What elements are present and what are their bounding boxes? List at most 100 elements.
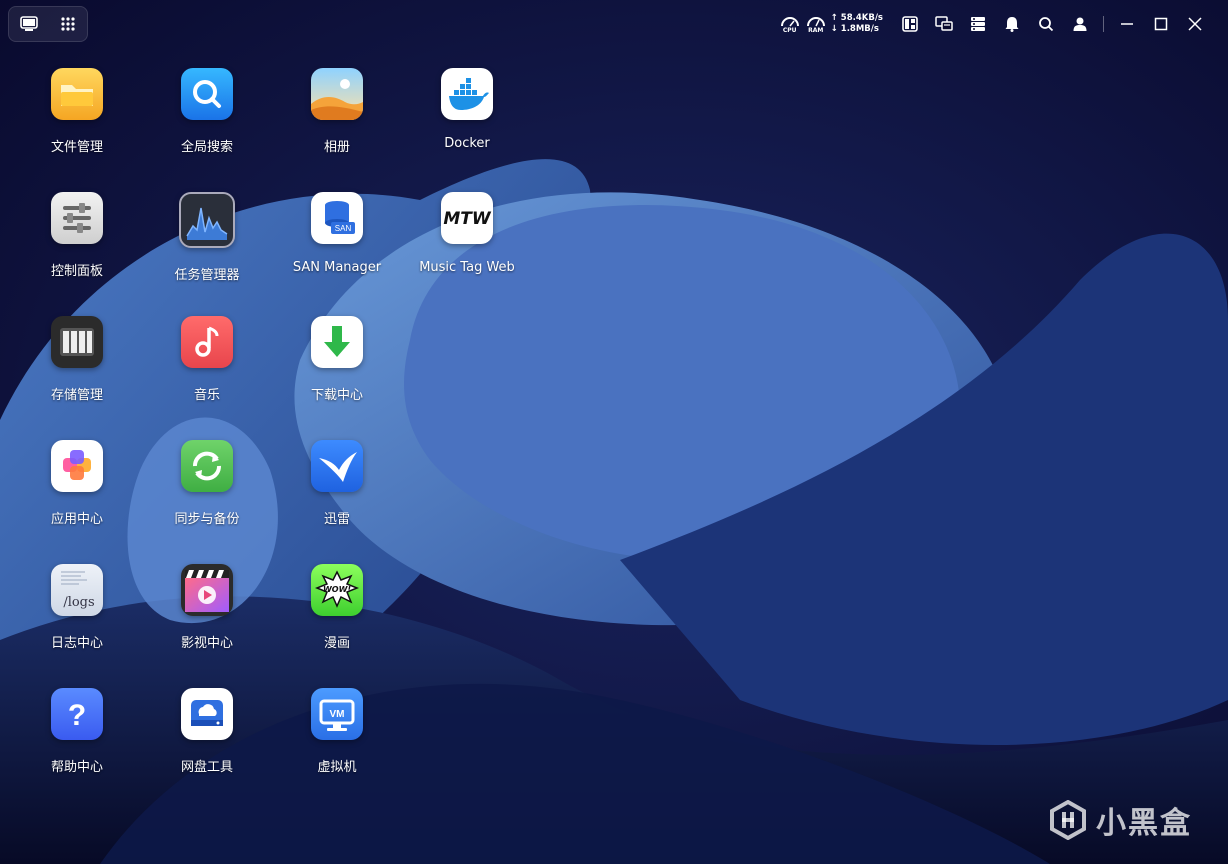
app-docker[interactable]: Docker [407, 68, 527, 168]
wow-icon-text: WOW! [323, 585, 351, 594]
control-panel-icon [51, 192, 103, 244]
user-icon [1073, 17, 1087, 31]
app-help-center[interactable]: ? 帮助中心 [17, 688, 137, 788]
xiaoheihe-logo-icon [1050, 800, 1086, 840]
app-comics[interactable]: WOW! 漫画 [277, 564, 397, 664]
minimize-icon [1121, 23, 1133, 25]
global-search-icon [181, 68, 233, 120]
app-sync-backup[interactable]: 同步与备份 [147, 440, 267, 540]
folder-icon [51, 68, 103, 120]
app-label: 迅雷 [323, 512, 350, 527]
show-desktop-button[interactable] [17, 12, 41, 36]
app-label: 相册 [323, 140, 350, 155]
app-photos[interactable]: 相册 [277, 68, 397, 168]
video-center-icon [181, 564, 233, 616]
san-manager-icon: SAN [311, 192, 363, 244]
app-label: Music Tag Web [419, 260, 515, 275]
launcher-bar [8, 6, 88, 42]
photos-icon [311, 68, 363, 120]
cpu-gauge[interactable]: CPU [777, 15, 803, 34]
docker-icon [441, 68, 493, 120]
logs-icon-text: /logs [63, 595, 94, 610]
vm-icon-text: VM [330, 709, 345, 720]
app-music-tag-web[interactable]: MTW Music Tag Web [407, 192, 527, 292]
close-button[interactable] [1178, 8, 1212, 40]
app-center-icon [51, 440, 103, 492]
app-control-panel[interactable]: 控制面板 [17, 192, 137, 292]
help-icon-text: ? [68, 699, 86, 732]
widget-panel-button[interactable] [893, 8, 927, 40]
app-task-manager[interactable]: 任务管理器 [147, 192, 267, 292]
app-download-center[interactable]: 下载中心 [277, 316, 397, 416]
cpu-label: CPU [782, 26, 797, 34]
server-list-button[interactable] [961, 8, 995, 40]
app-global-search[interactable]: 全局搜索 [147, 68, 267, 168]
widget-panel-icon [902, 16, 918, 32]
search-button[interactable] [1029, 8, 1063, 40]
app-label: 同步与备份 [174, 512, 240, 527]
app-file-manager[interactable]: 文件管理 [17, 68, 137, 168]
bell-icon [1005, 17, 1019, 32]
app-label: 应用中心 [50, 512, 103, 527]
watermark: 小黑盒 [1048, 798, 1192, 842]
download-icon [311, 316, 363, 368]
ram-gauge[interactable]: RAM [803, 15, 829, 34]
grid-icon [60, 17, 75, 31]
ram-gauge-icon [806, 16, 825, 26]
app-label: 日志中心 [50, 636, 103, 651]
app-san-manager[interactable]: SAN SAN Manager [277, 192, 397, 292]
app-label: 帮助中心 [50, 760, 103, 775]
user-button[interactable] [1063, 8, 1097, 40]
san-icon-text: SAN [335, 224, 352, 233]
app-storage-manager[interactable]: 存储管理 [17, 316, 137, 416]
system-bar: CPU RAM ↑ 58.4KB/s ↓ 1.8MB/s [777, 8, 1212, 40]
cloud-drive-icon [181, 688, 233, 740]
app-label: 文件管理 [50, 140, 103, 155]
toolbar-divider [1103, 16, 1104, 32]
app-label: 网盘工具 [180, 760, 233, 775]
music-tag-icon: MTW [441, 192, 493, 244]
app-label: 漫画 [323, 636, 350, 651]
app-xunlei[interactable]: 迅雷 [277, 440, 397, 540]
watermark-text: 小黑盒 [1096, 806, 1192, 841]
ram-label: RAM [808, 26, 824, 34]
app-music[interactable]: 音乐 [147, 316, 267, 416]
download-speed: ↓ 1.8MB/s [830, 24, 879, 34]
cpu-gauge-icon [780, 16, 799, 26]
xunlei-icon [311, 440, 363, 492]
app-cloud-drive[interactable]: 网盘工具 [147, 688, 267, 788]
app-label: 虚拟机 [317, 760, 357, 775]
app-label: 影视中心 [180, 636, 233, 651]
search-icon [1039, 17, 1054, 32]
maximize-icon [1154, 17, 1168, 31]
close-icon [1188, 17, 1202, 31]
app-label: 全局搜索 [180, 140, 233, 155]
logs-icon: /logs [51, 564, 103, 616]
network-speed[interactable]: ↑ 58.4KB/s ↓ 1.8MB/s [831, 13, 883, 35]
app-label: Docker [444, 136, 490, 151]
app-video-center[interactable]: 影视中心 [147, 564, 267, 664]
comics-icon: WOW! [311, 564, 363, 616]
monitor-button[interactable] [927, 8, 961, 40]
app-log-center[interactable]: /logs 日志中心 [17, 564, 137, 664]
app-label: 任务管理器 [174, 268, 240, 283]
maximize-button[interactable] [1144, 8, 1178, 40]
task-manager-icon [179, 192, 235, 248]
music-icon [181, 316, 233, 368]
sync-backup-icon [181, 440, 233, 492]
server-list-icon [971, 17, 985, 31]
app-label: 下载中心 [310, 388, 363, 403]
mtw-icon-text: MTW [443, 209, 492, 229]
vm-icon: VM [311, 688, 363, 740]
desktop-icon [19, 16, 38, 31]
upload-speed: ↑ 58.4KB/s [830, 13, 883, 23]
minimize-button[interactable] [1110, 8, 1144, 40]
monitor-icon [935, 16, 953, 31]
notifications-button[interactable] [995, 8, 1029, 40]
storage-icon [51, 316, 103, 368]
app-launcher-button[interactable] [56, 12, 80, 36]
app-label: SAN Manager [292, 260, 382, 275]
help-icon: ? [51, 688, 103, 740]
app-virtual-machine[interactable]: VM 虚拟机 [277, 688, 397, 788]
app-app-center[interactable]: 应用中心 [17, 440, 137, 540]
